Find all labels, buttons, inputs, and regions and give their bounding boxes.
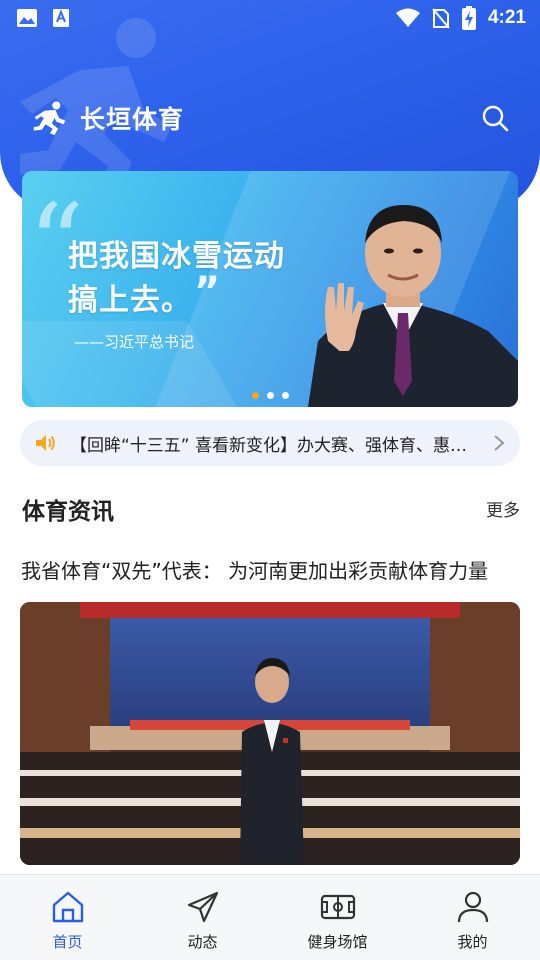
home-icon <box>52 891 83 923</box>
carousel-dot[interactable] <box>266 392 274 399</box>
battery-charging-icon <box>461 6 476 30</box>
search-button[interactable] <box>478 101 512 135</box>
status-bar: 4:21 <box>0 0 540 36</box>
a11y-font-icon <box>53 9 69 27</box>
section-title: 体育资讯 <box>22 499 114 525</box>
banner-caption: ——习近平总书记 <box>74 333 195 351</box>
carousel-indicator <box>22 392 518 399</box>
search-icon <box>482 105 509 132</box>
banner-carousel[interactable]: “ 把我国冰雪运动 搞上去。 ” ——习近平总书记 <box>22 171 518 407</box>
quote-close-icon: ” <box>194 269 221 315</box>
nav-item-venues[interactable]: 健身场馆 <box>270 875 405 960</box>
bottom-navigation: 首页 动态 健身场馆 我的 <box>0 874 540 960</box>
nav-label-dynamics: 动态 <box>187 933 218 951</box>
banner-headline-line2: 搞上去。 <box>68 283 192 318</box>
status-time: 4:21 <box>487 7 526 28</box>
news-photo <box>20 602 520 865</box>
chevron-right-icon <box>494 435 505 451</box>
nav-item-home[interactable]: 首页 <box>0 875 135 960</box>
nav-item-dynamics[interactable]: 动态 <box>135 875 270 960</box>
user-icon <box>457 891 488 923</box>
paper-plane-icon <box>187 891 218 923</box>
app-header: 长垣体育 <box>0 94 540 142</box>
banner-headline-line1: 把我国冰雪运动 <box>68 239 285 274</box>
carousel-dot[interactable] <box>251 392 259 399</box>
news-ticker[interactable]: 【回眸“十三五” 喜看新变化】办大赛、强体育、惠民... <box>20 420 520 466</box>
nav-item-profile[interactable]: 我的 <box>405 875 540 960</box>
nav-label-profile: 我的 <box>457 933 488 951</box>
carousel-dot[interactable] <box>281 392 289 399</box>
nav-label-home: 首页 <box>52 933 83 951</box>
news-headline[interactable]: 我省体育“双先”代表： 为河南更加出彩贡献体育力量 <box>21 555 488 584</box>
stadium-icon <box>320 894 355 920</box>
app-title: 长垣体育 <box>80 105 185 134</box>
wifi-icon <box>395 8 420 27</box>
banner-portrait-image <box>308 205 518 407</box>
runner-icon <box>33 101 66 136</box>
more-link[interactable]: 更多 <box>486 496 520 521</box>
no-sim-icon <box>432 8 450 29</box>
image-icon <box>17 9 37 27</box>
ticker-text: 【回眸“十三五” 喜看新变化】办大赛、强体育、惠民... <box>70 435 482 456</box>
news-image[interactable] <box>20 602 520 865</box>
nav-label-venues: 健身场馆 <box>307 933 368 951</box>
speaker-icon <box>36 435 55 451</box>
